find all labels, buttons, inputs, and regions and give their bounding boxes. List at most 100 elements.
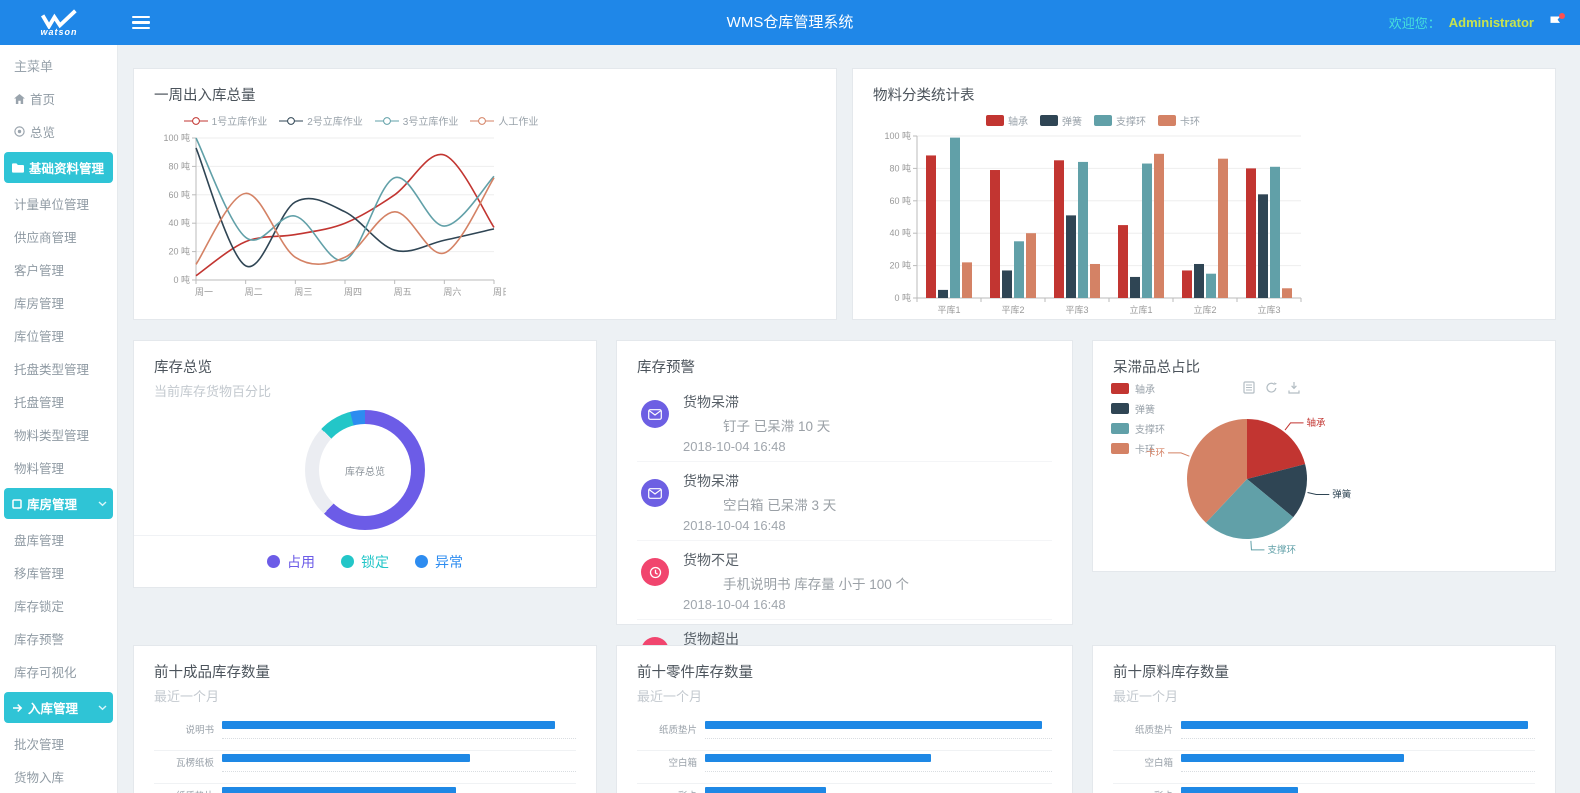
sidebar-item-label: 批次管理 xyxy=(14,734,64,753)
watson-logo-icon xyxy=(38,9,80,29)
menu-toggle-icon[interactable] xyxy=(132,13,150,33)
sidebar-item-总览[interactable]: 总览 xyxy=(0,115,117,148)
alert-detail: 空白箱 已呆滞 3 天 xyxy=(683,494,836,514)
sidebar-item-label: 盘库管理 xyxy=(14,530,64,549)
svg-text:80 吨: 80 吨 xyxy=(889,162,911,173)
hbar-row: 空白箱 xyxy=(1113,752,1535,785)
sidebar-item-库位管理[interactable]: 库位管理 xyxy=(0,319,117,352)
card-title-inventory: 库存总览 xyxy=(154,356,576,377)
inventory-donut-chart: 库存总览 xyxy=(305,410,425,530)
legend-item-锁定[interactable]: 锁定 xyxy=(341,552,389,572)
app: watson WMS仓库管理系统 欢迎您： Administrator 主菜单 … xyxy=(0,0,1580,793)
sidebar-item-物料管理[interactable]: 物料管理 xyxy=(0,451,117,484)
hbar-row: 空白箱 xyxy=(637,752,1052,785)
sidebar-item-label: 物料管理 xyxy=(14,458,64,477)
legend-item-轴承[interactable]: 轴承 xyxy=(986,113,1028,128)
legend-item-3号立库作业[interactable]: 3号立库作业 xyxy=(375,113,459,128)
card-inventory-alerts: 库存预警 货物呆滞钉子 已呆滞 10 天2018-10-04 16:48货物呆滞… xyxy=(616,340,1073,625)
card-title-stagnant: 呆滞品总占比 xyxy=(1113,356,1535,377)
card-title-alerts: 库存预警 xyxy=(637,356,1052,377)
sidebar-item-托盘类型管理[interactable]: 托盘类型管理 xyxy=(0,352,117,385)
sidebar-item-库房管理[interactable]: 库房管理 xyxy=(4,488,113,519)
sidebar-item-库存锁定[interactable]: 库存锁定 xyxy=(0,589,117,622)
sidebar-item-label: 货物入库 xyxy=(14,767,64,786)
sidebar-item-盘库管理[interactable]: 盘库管理 xyxy=(0,523,117,556)
sidebar-item-label: 库房管理 xyxy=(14,293,64,312)
sidebar-item-客户管理[interactable]: 客户管理 xyxy=(0,253,117,286)
svg-text:100 吨: 100 吨 xyxy=(884,130,911,141)
bar-label: 彩卡 xyxy=(637,785,697,793)
sidebar-item-物料类型管理[interactable]: 物料类型管理 xyxy=(0,418,117,451)
card-subtitle-parts: 最近一个月 xyxy=(637,686,1052,705)
legend-item-1号立库作业[interactable]: 1号立库作业 xyxy=(184,113,268,128)
sidebar-item-货物入库[interactable]: 货物入库 xyxy=(0,760,117,793)
bar xyxy=(1181,787,1298,793)
bar xyxy=(222,721,555,729)
alert-icon xyxy=(641,558,669,586)
legend-item-异常[interactable]: 异常 xyxy=(415,552,463,572)
alert-title: 货物呆滞 xyxy=(683,471,836,491)
sidebar-item-首页[interactable]: 首页 xyxy=(0,82,117,115)
legend-item-支撑环[interactable]: 支撑环 xyxy=(1094,113,1146,128)
sidebar-item-批次管理[interactable]: 批次管理 xyxy=(0,727,117,760)
sidebar-item-label: 客户管理 xyxy=(14,260,64,279)
hbar-row: 说明书 xyxy=(154,719,576,752)
svg-text:周日: 周日 xyxy=(493,287,506,297)
svg-text:20 吨: 20 吨 xyxy=(168,246,190,257)
sidebar-item-label: 库存锁定 xyxy=(14,596,64,615)
svg-text:60 吨: 60 吨 xyxy=(168,189,190,200)
chevron-down-icon xyxy=(98,705,107,711)
weekly-line-chart: 0 吨20 吨40 吨60 吨80 吨100 吨周一周二周三周四周五周六周日 xyxy=(154,128,816,306)
alert-title: 货物不足 xyxy=(683,550,909,570)
alert-time: 2018-10-04 16:48 xyxy=(683,518,836,533)
sidebar-item-label: 总览 xyxy=(30,122,55,141)
svg-text:平库2: 平库2 xyxy=(1001,304,1024,315)
sidebar-nav: 首页总览基础资料管理计量单位管理供应商管理客户管理库房管理库位管理托盘类型管理托… xyxy=(0,82,117,793)
bar xyxy=(222,754,470,762)
bar-label: 彩卡 xyxy=(1113,785,1173,793)
bar-label: 空白箱 xyxy=(1113,752,1173,769)
bar-label: 纸质垫片 xyxy=(154,785,214,793)
alert-detail: 手机说明书 库存量 小于 100 个 xyxy=(683,573,909,593)
sidebar-item-移库管理[interactable]: 移库管理 xyxy=(0,556,117,589)
username[interactable]: Administrator xyxy=(1449,15,1534,30)
bar xyxy=(1181,754,1404,762)
sidebar-item-库存可视化[interactable]: 库存可视化 xyxy=(0,655,117,688)
sidebar-item-库房管理[interactable]: 库房管理 xyxy=(0,286,117,319)
hbar-row: 彩卡 xyxy=(1113,785,1535,793)
alert-list-item[interactable]: 货物不足手机说明书 库存量 小于 100 个2018-10-04 16:48 xyxy=(637,541,1052,620)
user-box: 欢迎您： Administrator xyxy=(1389,13,1580,32)
sidebar-item-供应商管理[interactable]: 供应商管理 xyxy=(0,220,117,253)
sidebar-item-计量单位管理[interactable]: 计量单位管理 xyxy=(0,187,117,220)
legend-item-弹簧[interactable]: 弹簧 xyxy=(1040,113,1082,128)
legend-item-占用[interactable]: 占用 xyxy=(267,552,315,572)
main-content: 一周出入库总量 1号立库作业2号立库作业3号立库作业人工作业 0 吨20 吨40… xyxy=(118,45,1580,793)
svg-text:0 吨: 0 吨 xyxy=(173,274,190,285)
hbar-row: 纸质垫片 xyxy=(637,719,1052,752)
bar-label: 瓦楞纸板 xyxy=(154,752,214,769)
alert-detail: 钉子 已呆滞 10 天 xyxy=(683,415,830,435)
alert-list-item[interactable]: 货物呆滞空白箱 已呆滞 3 天 2018-10-04 16:48 xyxy=(637,462,1052,541)
notification-flag-icon[interactable] xyxy=(1548,15,1562,30)
card-subtitle-finished: 最近一个月 xyxy=(154,686,576,705)
legend-item-2号立库作业[interactable]: 2号立库作业 xyxy=(279,113,363,128)
parts-hbar-chart: 纸质垫片空白箱彩卡说明书 xyxy=(637,719,1052,793)
raw-hbar-chart: 纸质垫片空白箱彩卡说明书 xyxy=(1113,719,1535,793)
legend-item-卡环[interactable]: 卡环 xyxy=(1158,113,1200,128)
svg-text:0 吨: 0 吨 xyxy=(894,292,911,303)
mail-icon xyxy=(641,400,669,428)
svg-text:立库1: 立库1 xyxy=(1129,304,1152,315)
sidebar-item-入库管理[interactable]: 入库管理 xyxy=(4,692,113,723)
svg-text:平库3: 平库3 xyxy=(1065,304,1088,315)
sidebar-item-基础资料管理[interactable]: 基础资料管理 xyxy=(4,152,113,183)
donut-center-label: 库存总览 xyxy=(345,463,385,478)
card-title-weekly: 一周出入库总量 xyxy=(154,84,816,105)
legend-item-人工作业[interactable]: 人工作业 xyxy=(470,113,538,128)
stagnant-pie-chart: 轴承弹簧支撑环卡环 xyxy=(1107,393,1417,563)
sidebar-item-托盘管理[interactable]: 托盘管理 xyxy=(0,385,117,418)
sidebar-item-label: 移库管理 xyxy=(14,563,64,582)
alert-list-item[interactable]: 货物呆滞钉子 已呆滞 10 天2018-10-04 16:48 xyxy=(637,383,1052,462)
sidebar-item-库存预警[interactable]: 库存预警 xyxy=(0,622,117,655)
logo[interactable]: watson xyxy=(0,0,118,45)
bar xyxy=(705,787,826,793)
